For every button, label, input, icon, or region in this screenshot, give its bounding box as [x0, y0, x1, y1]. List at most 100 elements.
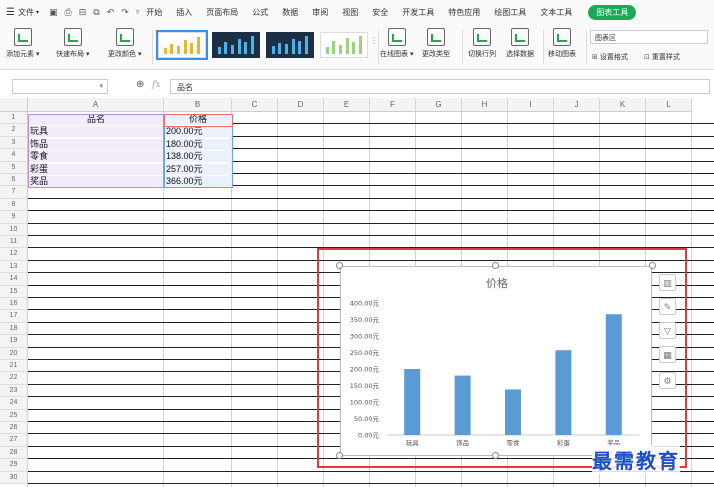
resize-handle-tr[interactable]	[649, 262, 656, 269]
column-header-g[interactable]: G	[416, 98, 462, 112]
row-header-5[interactable]: 5	[0, 161, 28, 174]
tab-review[interactable]: 审阅	[312, 7, 328, 18]
select-all-corner[interactable]	[0, 98, 28, 112]
formula-input[interactable]: 品名	[170, 79, 710, 94]
column-header-k[interactable]: K	[600, 98, 646, 112]
resize-handle-bc[interactable]	[492, 452, 499, 459]
add-element-button[interactable]: 添加元素 ▾	[6, 28, 39, 59]
row-header-19[interactable]: 19	[0, 335, 28, 348]
tab-drawing-tools[interactable]: 绘图工具	[494, 7, 526, 18]
set-format-button[interactable]: ⊞ 设置格式	[592, 52, 628, 62]
cell-a2[interactable]: 玩具	[28, 126, 164, 138]
column-header-f[interactable]: F	[370, 98, 416, 112]
tab-home[interactable]: 开始	[146, 7, 162, 18]
bar-0[interactable]	[404, 369, 421, 435]
row-header-14[interactable]: 14	[0, 273, 28, 286]
column-header-e[interactable]: E	[324, 98, 370, 112]
row-header-7[interactable]: 7	[0, 186, 28, 199]
tab-data[interactable]: 数据	[282, 7, 298, 18]
chart-style-3[interactable]	[266, 32, 314, 58]
column-header-a[interactable]: A	[28, 98, 164, 112]
tab-formulas[interactable]: 公式	[252, 7, 268, 18]
row-header-30[interactable]: 30	[0, 471, 28, 484]
print-icon[interactable]: ⊟	[79, 7, 87, 18]
row-header-23[interactable]: 23	[0, 384, 28, 398]
row-header-12[interactable]: 12	[0, 248, 28, 261]
row-header-25[interactable]: 25	[0, 409, 28, 422]
tab-view[interactable]: 视图	[342, 7, 358, 18]
more-icon[interactable]: ▿	[136, 8, 140, 16]
bar-3[interactable]	[555, 350, 572, 435]
print-preview-icon[interactable]: ⎙	[65, 7, 72, 18]
column-header-i[interactable]: I	[508, 98, 554, 112]
row-header-4[interactable]: 4	[0, 149, 28, 162]
row-header-10[interactable]: 10	[0, 223, 28, 236]
online-chart-button[interactable]: 在线图表 ▾	[380, 28, 413, 59]
chart-style-pen-icon[interactable]: ✎	[659, 298, 676, 315]
column-header-c[interactable]: C	[232, 98, 278, 112]
column-header-h[interactable]: H	[462, 98, 508, 112]
row-header-8[interactable]: 8	[0, 198, 28, 212]
fx-icon[interactable]: fx	[152, 80, 160, 90]
chart-style-4[interactable]	[320, 32, 368, 58]
chart-filter-icon[interactable]: ▽	[659, 322, 676, 339]
cell-a4[interactable]: 零食	[28, 151, 164, 163]
resize-handle-tl[interactable]	[336, 262, 343, 269]
move-chart-button[interactable]: 移动图表	[548, 28, 576, 59]
cell-a6[interactable]: 奖品	[28, 176, 164, 187]
cell-b4[interactable]: 138.00元	[164, 151, 232, 163]
cell-a5[interactable]: 彩蛋	[28, 163, 164, 175]
chart-elements-icon[interactable]: ▥	[659, 274, 676, 291]
column-header-j[interactable]: J	[554, 98, 600, 112]
chart-settings-icon[interactable]: ⚙	[659, 372, 676, 389]
reset-style-button[interactable]: ⊡ 重置样式	[644, 52, 680, 62]
select-data-button[interactable]: 选择数据	[506, 28, 534, 59]
cell-a3[interactable]: 饰品	[28, 138, 164, 150]
row-header-26[interactable]: 26	[0, 422, 28, 435]
save-icon[interactable]: ▣	[49, 7, 58, 18]
row-header-24[interactable]: 24	[0, 397, 28, 410]
bar-2[interactable]	[505, 389, 521, 435]
row-header-15[interactable]: 15	[0, 285, 28, 298]
chart-element-select[interactable]: 图表区	[590, 30, 708, 44]
row-header-27[interactable]: 27	[0, 434, 28, 447]
row-header-29[interactable]: 29	[0, 459, 28, 472]
cell-a1[interactable]: 品名	[28, 114, 164, 125]
chart-type-icon[interactable]: ▦	[659, 346, 676, 363]
tab-page-layout[interactable]: 页面布局	[206, 7, 238, 18]
row-header-21[interactable]: 21	[0, 360, 28, 373]
row-header-28[interactable]: 28	[0, 446, 28, 460]
row-header-20[interactable]: 20	[0, 347, 28, 360]
row-header-22[interactable]: 22	[0, 372, 28, 385]
chart-title[interactable]: 价格	[486, 276, 508, 290]
bar-4[interactable]	[605, 314, 622, 435]
undo-icon[interactable]: ↶	[107, 7, 115, 18]
row-header-9[interactable]: 9	[0, 211, 28, 224]
change-color-button[interactable]: 更改颜色 ▾	[108, 28, 141, 59]
row-header-11[interactable]: 11	[0, 236, 28, 249]
row-header-18[interactable]: 18	[0, 322, 28, 336]
cell-b5[interactable]: 257.00元	[164, 163, 232, 175]
resize-handle-tc[interactable]	[492, 262, 499, 269]
zoom-icon[interactable]: ⊕	[136, 79, 144, 90]
quick-layout-button[interactable]: 快速布局 ▾	[56, 28, 89, 59]
row-header-6[interactable]: 6	[0, 174, 28, 187]
resize-handle-bl[interactable]	[336, 452, 343, 459]
name-box[interactable]: ▾	[12, 79, 108, 94]
bar-1[interactable]	[454, 375, 471, 435]
cell-b6[interactable]: 366.00元	[164, 176, 232, 187]
cell-b2[interactable]: 200.00元	[164, 126, 232, 138]
row-header-17[interactable]: 17	[0, 310, 28, 323]
file-menu[interactable]: ☰ 文件 ▾	[6, 7, 39, 18]
column-header-b[interactable]: B	[164, 98, 232, 112]
row-header-16[interactable]: 16	[0, 298, 28, 311]
tab-chart-tools[interactable]: 图表工具	[588, 4, 637, 20]
row-header-1[interactable]: 1	[0, 112, 28, 125]
redo-icon[interactable]: ↷	[121, 7, 129, 18]
cell-b1[interactable]: 价格	[164, 114, 232, 125]
column-header-d[interactable]: D	[278, 98, 324, 112]
tab-developer[interactable]: 开发工具	[402, 7, 434, 18]
row-header-3[interactable]: 3	[0, 136, 28, 150]
tab-features[interactable]: 特色应用	[448, 7, 480, 18]
tab-insert[interactable]: 插入	[176, 7, 192, 18]
